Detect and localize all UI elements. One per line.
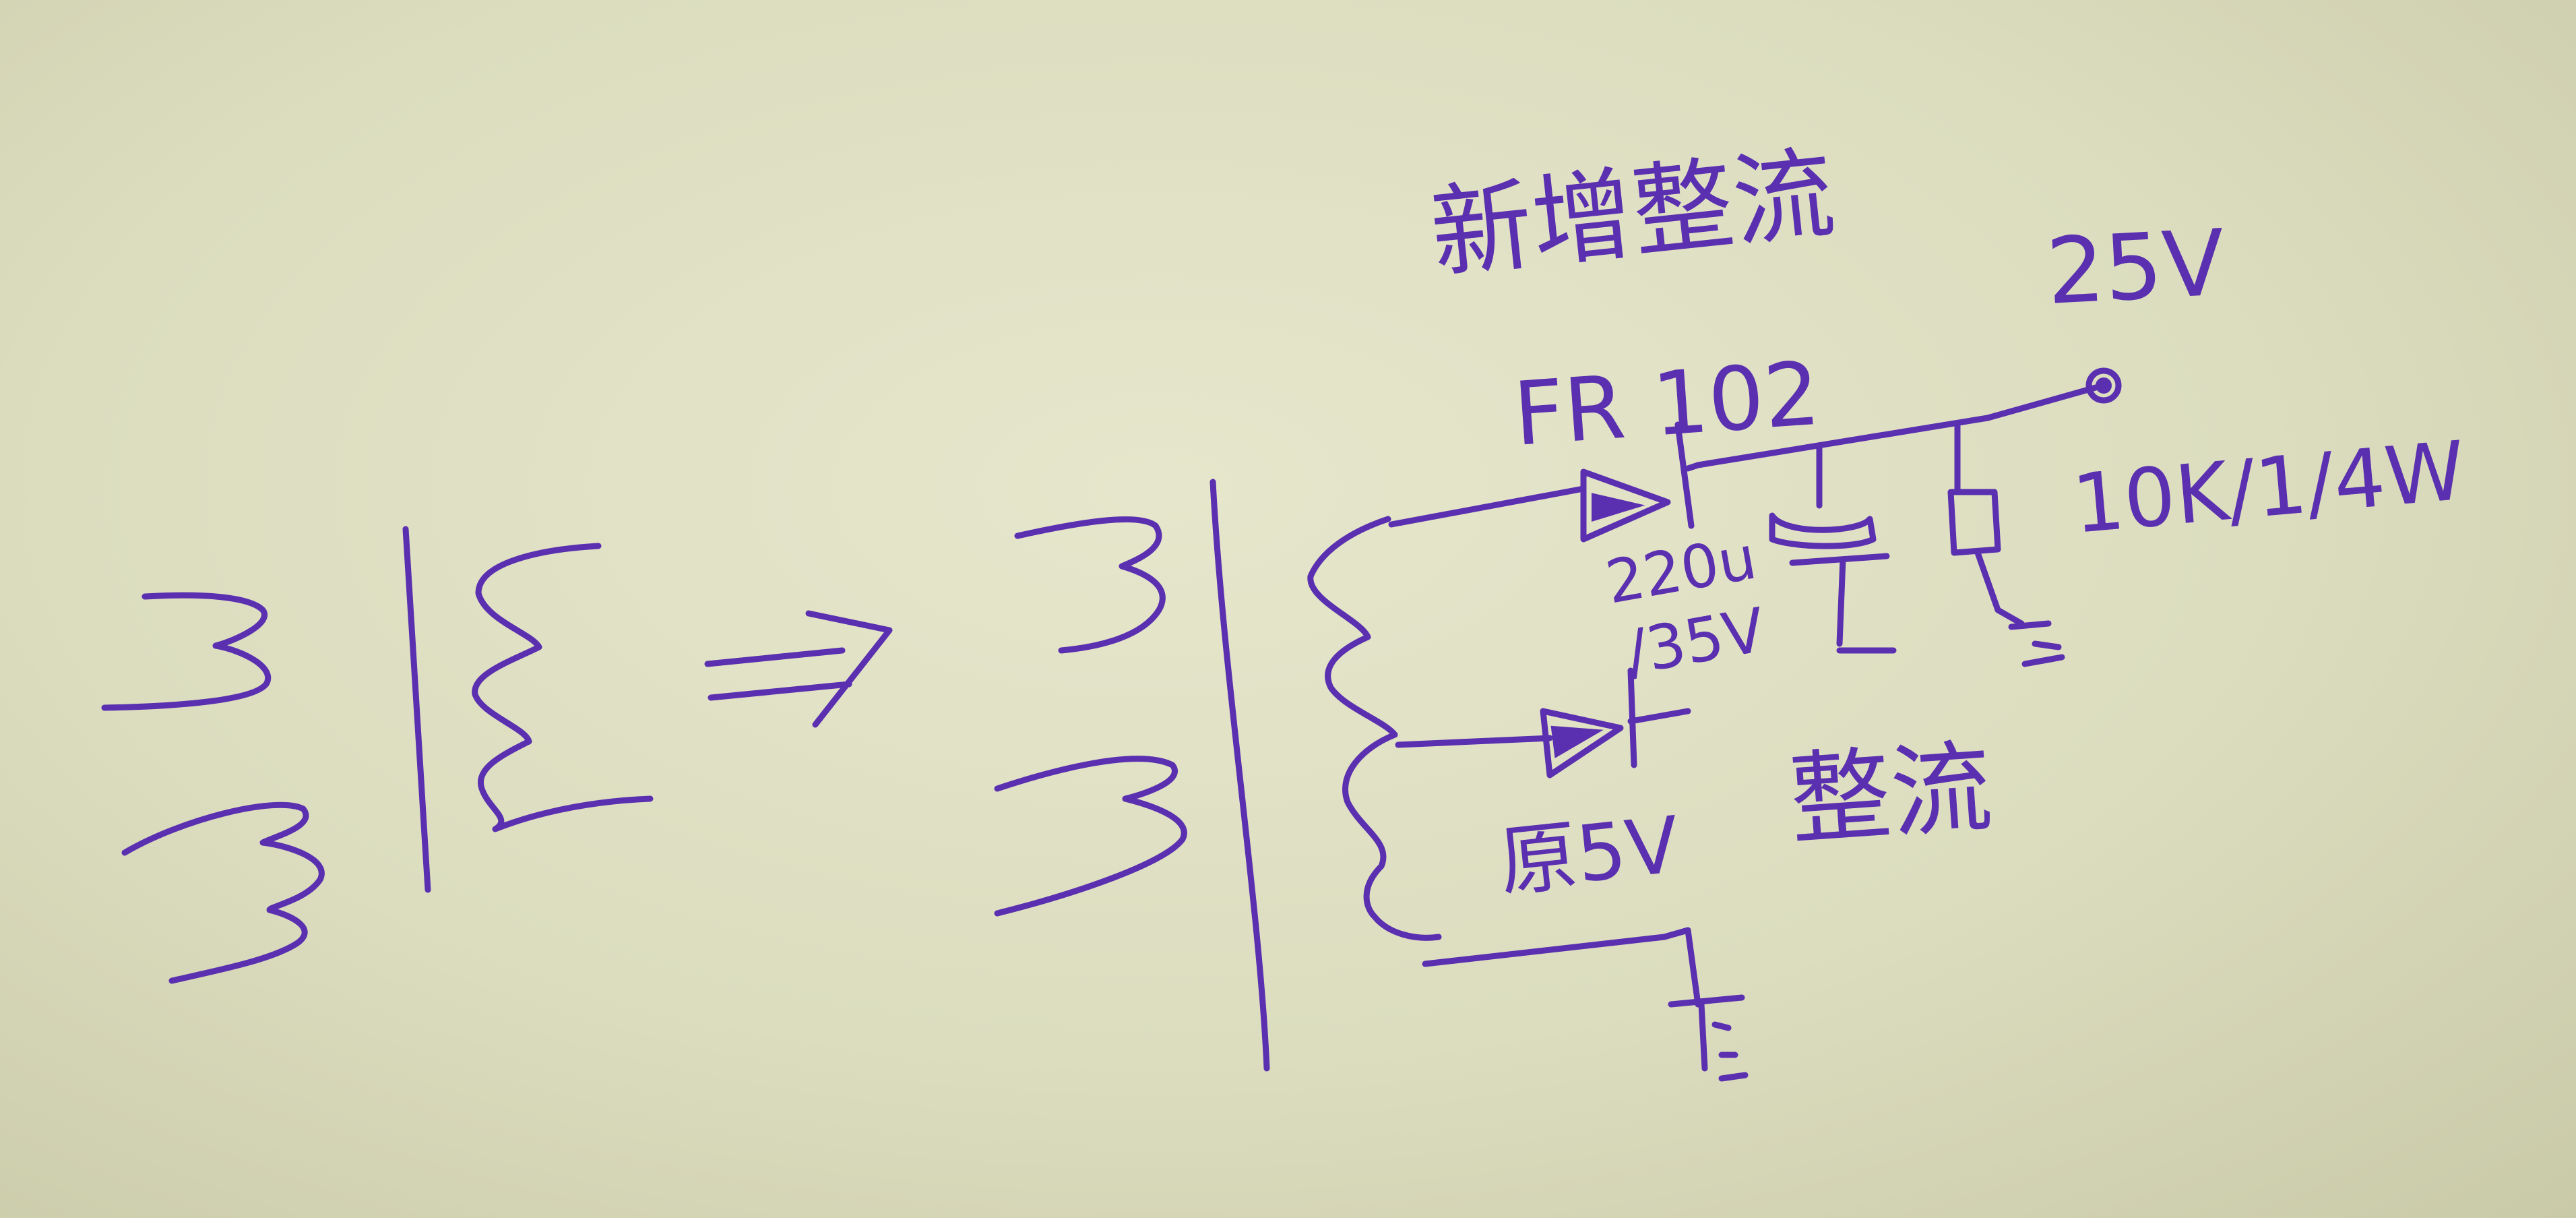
transform-arrow: ⇒ [704, 610, 893, 728]
annotation-rectify-cn: 整流 [1786, 729, 1995, 860]
modified-secondary-coil [1307, 516, 1442, 941]
annotation-output-voltage: 25V [2044, 210, 2227, 325]
wire-center-tap [1395, 735, 1553, 748]
schematic-sketch: ⇒ [101, 135, 2469, 1082]
modified-core [1210, 479, 1270, 1072]
annotation-title-cn: 新增整流 [1426, 135, 1840, 294]
original-primary-coil-top [101, 592, 271, 711]
annotation-original-5v: 原5V [1495, 800, 1683, 909]
modified-primary-coil-top [1014, 516, 1166, 654]
ground-symbol [1668, 994, 1749, 1082]
wire-bottom-tap [1422, 927, 1701, 1008]
diode-original-5v [1540, 667, 1637, 779]
annotation-diode-part: FR 102 [1511, 342, 1823, 466]
original-transformer [101, 526, 654, 984]
original-secondary-coil [472, 543, 654, 832]
modified-primary-coil-bottom [994, 756, 1187, 917]
wire-diode2-out [1627, 708, 1691, 725]
resistor-10k [1947, 489, 2065, 667]
annotation-resistor-spec: 10K/1/4W [2069, 425, 2468, 552]
original-core [402, 526, 431, 893]
capacitor-220u [1769, 512, 1897, 654]
modified-transformer [994, 479, 1442, 1072]
original-primary-coil-bottom [121, 801, 325, 984]
wire-top-tap [1388, 485, 1587, 528]
wiring [1388, 384, 2099, 1008]
